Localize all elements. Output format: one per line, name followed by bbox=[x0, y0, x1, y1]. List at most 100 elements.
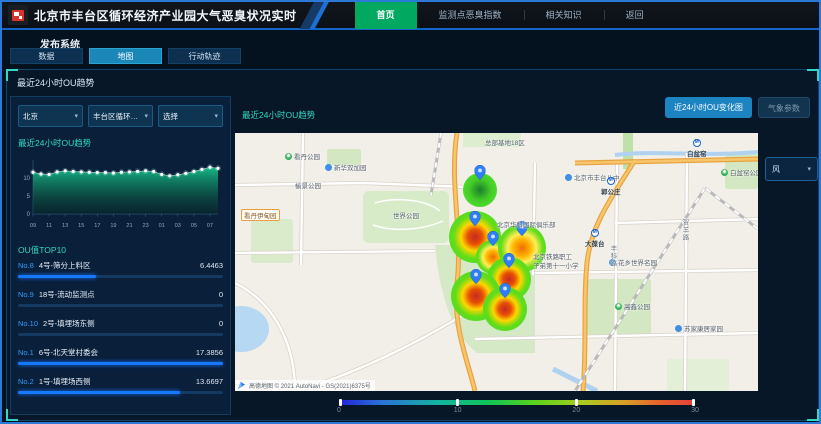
map-label: 看丹伊甸园 bbox=[241, 209, 280, 221]
corner-accent bbox=[807, 69, 819, 81]
map-pin-icon[interactable] bbox=[470, 211, 481, 231]
city-select-value: 北京 bbox=[23, 111, 72, 122]
map-label: 子弟第十一小学 bbox=[533, 260, 579, 270]
metro-label: 白盆窑 bbox=[687, 148, 707, 158]
city-select[interactable]: 北京 ▾ bbox=[18, 105, 83, 127]
ou-area-chart-svg: 0510091113151719212301030507 bbox=[18, 152, 224, 236]
map-label-text: 白盆窑公园 bbox=[730, 167, 758, 177]
legend-tick-label: 30 bbox=[691, 407, 699, 414]
metro-icon: M bbox=[591, 229, 599, 237]
tab-2[interactable]: 地图 bbox=[89, 48, 162, 64]
park-icon: ♣ bbox=[615, 303, 622, 310]
metro-label: 郭公庄 bbox=[601, 186, 621, 196]
map-label-text: 总部基地18区 bbox=[485, 137, 525, 147]
nav-item-4[interactable]: 返回 bbox=[604, 1, 666, 29]
map-pin-icon[interactable] bbox=[504, 253, 515, 273]
top-list-item: No.16号-北天堂村委会17.3856 bbox=[18, 347, 223, 365]
app-title: 北京市丰台区循环经济产业园大气恶臭状况实时 bbox=[34, 7, 297, 24]
map-pin-icon[interactable] bbox=[471, 269, 482, 289]
map-button-1[interactable]: 近24小时OU变化图 bbox=[665, 97, 752, 118]
map-button-group: 近24小时OU变化图气象参数 bbox=[665, 97, 810, 118]
legend-tick-label: 0 bbox=[337, 407, 341, 414]
map-button-2[interactable]: 气象参数 bbox=[758, 97, 810, 118]
nav-item-2[interactable]: 监测点恶臭指数 bbox=[417, 1, 524, 29]
filter-row: 北京 ▾ 丰台区循环经济产 ▾ 选择 ▾ bbox=[18, 105, 223, 127]
top-list-row: No.16号-北天堂村委会17.3856 bbox=[18, 347, 223, 358]
view-tabs: 数据地图行动轨迹 bbox=[10, 48, 241, 64]
legend-tick-label: 10 bbox=[454, 407, 462, 414]
nav-item-3[interactable]: 相关知识 bbox=[524, 1, 604, 29]
rank-label: No.2 bbox=[18, 377, 34, 386]
map-label-text: 看丹公园 bbox=[294, 151, 320, 161]
wind-param-select[interactable]: 风 ▾ bbox=[765, 157, 818, 181]
tab-3[interactable]: 行动轨迹 bbox=[168, 48, 241, 64]
top-list-row: No.2 1号-填埋场西侧13.6697 bbox=[18, 376, 223, 387]
top-list-item: No.918号-流动监测点0 bbox=[18, 289, 223, 307]
map-label-text: 丰科路 bbox=[607, 245, 617, 268]
top-list-row: No.918号-流动监测点0 bbox=[18, 289, 223, 300]
park-icon: ♣ bbox=[285, 153, 292, 160]
map-label-text: 世界公园 bbox=[393, 210, 419, 220]
autonavi-logo-icon bbox=[237, 381, 246, 390]
nav-item-1[interactable]: 首页 bbox=[355, 1, 417, 29]
map-label: 丰科路 bbox=[607, 245, 617, 268]
svg-text:15: 15 bbox=[78, 223, 84, 229]
site-select[interactable]: 丰台区循环经济产 ▾ bbox=[88, 105, 153, 127]
site-name: 2号-填埋场东侧 bbox=[43, 318, 219, 329]
svg-text:03: 03 bbox=[175, 223, 181, 229]
poi-icon bbox=[325, 164, 332, 171]
legend-marker bbox=[339, 399, 342, 406]
ou-value: 0 bbox=[219, 290, 223, 299]
map-label: 新华双加园 bbox=[325, 162, 367, 172]
ou-trend-chart: 0510091113151719212301030507 bbox=[18, 152, 223, 236]
map-label: ♣高鑫公园 bbox=[615, 301, 650, 311]
tab-1[interactable]: 数据 bbox=[10, 48, 83, 64]
svg-text:07: 07 bbox=[207, 223, 213, 229]
map-label-text: 看丹伊甸园 bbox=[244, 210, 277, 220]
svg-text:19: 19 bbox=[110, 223, 116, 229]
legend-gradient-bar bbox=[339, 400, 695, 405]
ou-value: 17.3856 bbox=[196, 348, 223, 357]
top-list-row: No.84号-筛分上料区6.4463 bbox=[18, 260, 223, 271]
map-pin-icon[interactable] bbox=[500, 283, 511, 303]
map-pin-icon[interactable] bbox=[475, 165, 486, 185]
metro-icon: M bbox=[693, 139, 701, 147]
svg-text:11: 11 bbox=[46, 223, 52, 229]
legend-tick-labels: 0102030 bbox=[339, 407, 695, 417]
metro-station: M白盆窑 bbox=[687, 139, 707, 158]
ou-color-legend: 0102030 bbox=[339, 400, 695, 417]
map-label-text: 贺羊路 bbox=[679, 219, 689, 242]
point-select[interactable]: 选择 ▾ bbox=[158, 105, 223, 127]
map-pin-icon[interactable] bbox=[488, 231, 499, 251]
value-bar-track bbox=[18, 275, 223, 278]
map-label-text: 北京华科国际俱乐部 bbox=[497, 219, 556, 229]
map-label: 榆景公园 bbox=[295, 180, 321, 190]
metro-label: 大葆台 bbox=[585, 238, 605, 248]
site-name: 4号-筛分上料区 bbox=[39, 260, 200, 271]
top-list-item: No.102号-填埋场东侧0 bbox=[18, 318, 223, 336]
map-label-text: 子弟第十一小学 bbox=[533, 260, 579, 270]
map-overlay-layer: 总部基地18区♣看丹公园新华双加园榆景公园北京市丰台八中世界公园看丹伊甸园北京华… bbox=[235, 133, 758, 391]
svg-text:01: 01 bbox=[159, 223, 165, 229]
panel-title: 最近24小时OU趋势 bbox=[17, 76, 95, 89]
chevron-down-icon: ▾ bbox=[807, 165, 811, 173]
map-attribution: 高德地图 © 2021 AutoNavi - GS(2021)6375号 bbox=[235, 380, 375, 391]
svg-text:10: 10 bbox=[23, 176, 30, 182]
map-attribution-text: 高德地图 © 2021 AutoNavi - GS(2021)6375号 bbox=[249, 381, 371, 390]
map-label: 世界公园 bbox=[393, 210, 419, 220]
site-name: 1号-填埋场西侧 bbox=[39, 376, 196, 387]
chevron-down-icon: ▾ bbox=[144, 112, 148, 120]
svg-text:05: 05 bbox=[191, 223, 197, 229]
title-slant-divider bbox=[307, 1, 333, 29]
svg-text:23: 23 bbox=[142, 223, 148, 229]
ou-value: 13.6697 bbox=[196, 377, 223, 386]
corner-accent bbox=[807, 409, 819, 421]
ou-value: 0 bbox=[219, 319, 223, 328]
map-label: 总部基地18区 bbox=[485, 137, 525, 147]
map-section-title: 最近24小时OU趋势 bbox=[242, 109, 315, 121]
metro-station: M大葆台 bbox=[585, 229, 605, 248]
site-name: 18号-流动监测点 bbox=[39, 289, 219, 300]
value-bar-fill bbox=[18, 362, 223, 365]
map-canvas[interactable]: 总部基地18区♣看丹公园新华双加园榆景公园北京市丰台八中世界公园看丹伊甸园北京华… bbox=[235, 133, 758, 391]
ou-top-list: No.84号-筛分上料区6.4463 No.918号-流动监测点0 No.102号-… bbox=[18, 260, 223, 394]
